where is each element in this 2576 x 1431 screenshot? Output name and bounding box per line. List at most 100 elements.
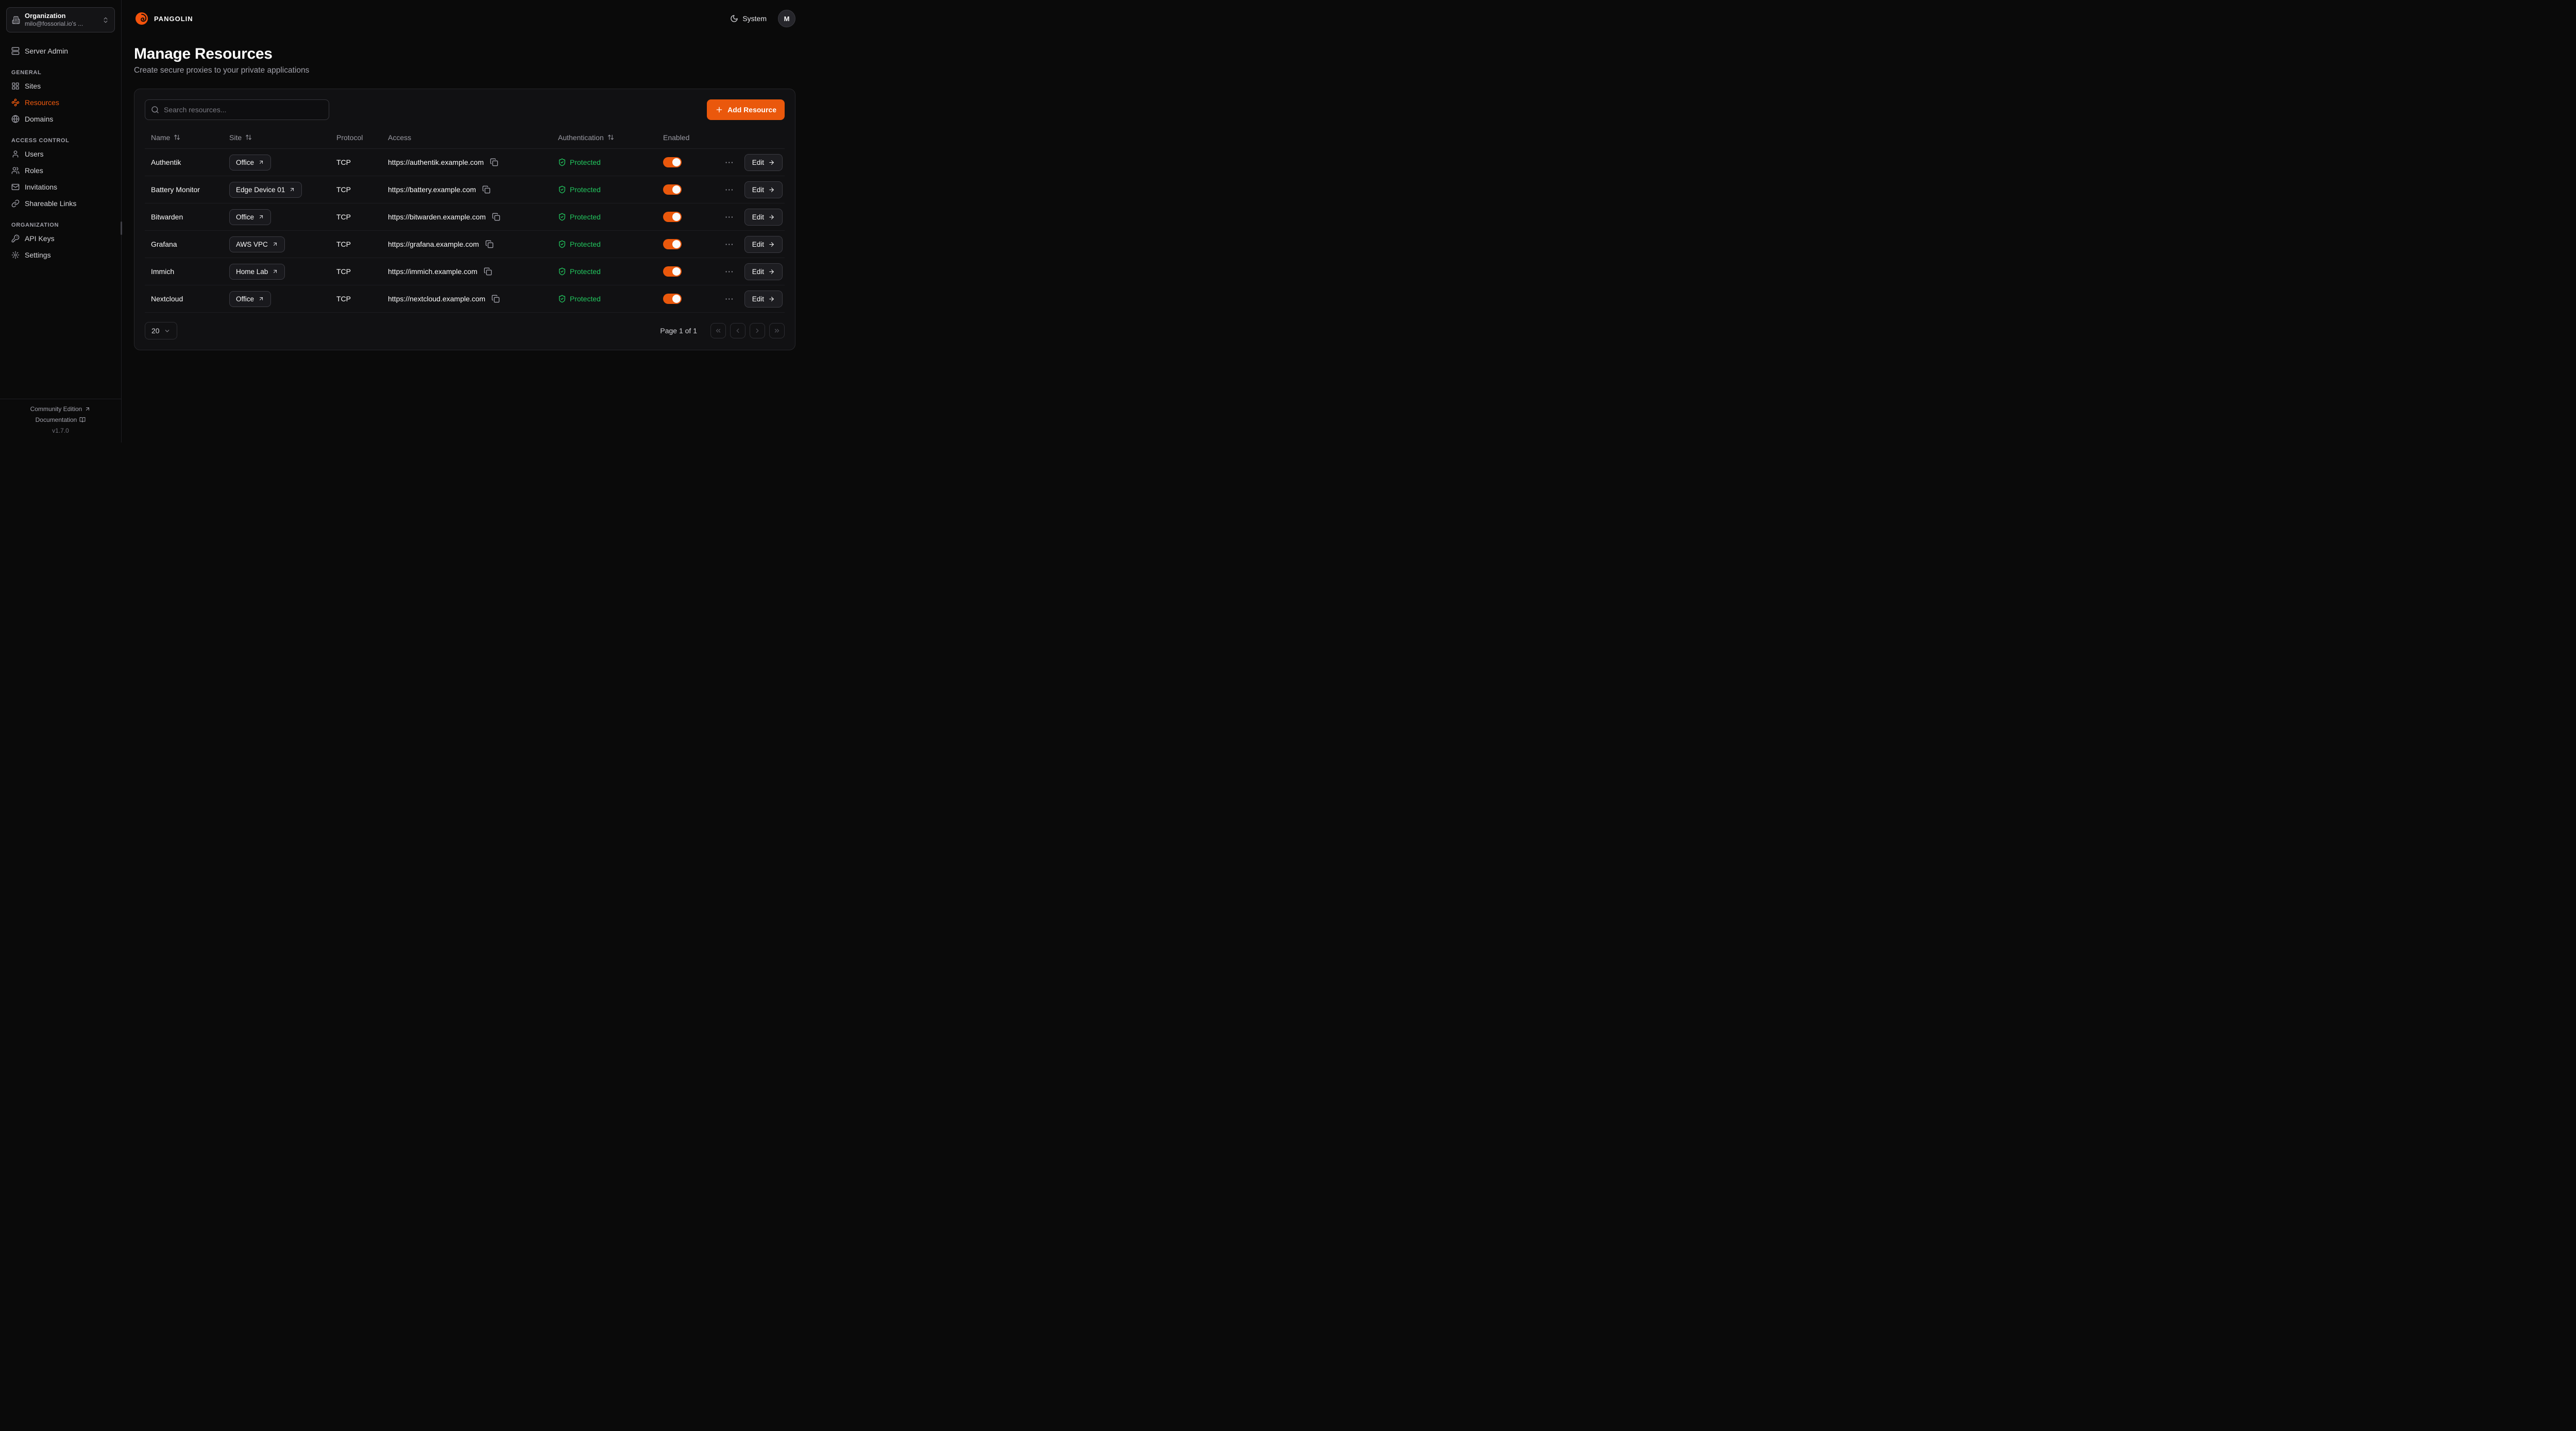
sidebar-item-api-keys[interactable]: API Keys <box>6 230 115 247</box>
search-icon <box>151 106 159 114</box>
enabled-toggle[interactable] <box>663 212 682 222</box>
sidebar-item-label: Shareable Links <box>25 199 76 208</box>
enabled-toggle[interactable] <box>663 266 682 277</box>
column-header-authentication[interactable]: Authentication <box>552 133 657 142</box>
table-footer: 20 Page 1 of 1 <box>145 322 785 339</box>
users-icon <box>11 166 20 175</box>
external-link-icon <box>272 241 278 247</box>
enabled-toggle[interactable] <box>663 294 682 304</box>
community-edition-link[interactable]: Community Edition <box>30 405 91 413</box>
copy-button[interactable] <box>491 212 501 222</box>
previous-page-button[interactable] <box>730 323 745 338</box>
site-link-button[interactable]: Edge Device 01 <box>229 182 302 198</box>
sidebar-item-sites[interactable]: Sites <box>6 78 115 94</box>
version-label: v1.7.0 <box>52 427 69 434</box>
access-url: https://battery.example.com <box>388 185 476 194</box>
protocol: TCP <box>330 213 382 221</box>
site-link-button[interactable]: Home Lab <box>229 264 285 280</box>
pangolin-logo-icon <box>134 11 149 26</box>
org-picker-subtitle: milo@fossorial.io's ... <box>25 20 97 28</box>
enabled-toggle[interactable] <box>663 157 682 167</box>
sidebar-resize-handle[interactable] <box>121 222 122 235</box>
section-label-general: GENERAL <box>11 70 110 76</box>
protocol: TCP <box>330 295 382 303</box>
first-page-button[interactable] <box>710 323 726 338</box>
sidebar-item-resources[interactable]: Resources <box>6 94 115 111</box>
waypoints-icon <box>11 98 20 107</box>
add-resource-button[interactable]: Add Resource <box>707 99 785 120</box>
copy-button[interactable] <box>483 266 493 277</box>
more-options-button[interactable]: ⋯ <box>723 265 736 278</box>
server-icon <box>11 47 20 55</box>
resource-name: Bitwarden <box>145 213 223 221</box>
site-link-button[interactable]: Office <box>229 155 271 171</box>
mail-icon <box>11 183 20 191</box>
enabled-toggle[interactable] <box>663 239 682 249</box>
theme-toggle[interactable]: System <box>730 14 767 23</box>
column-label: Access <box>388 133 411 142</box>
documentation-link[interactable]: Documentation <box>36 416 86 423</box>
edit-button[interactable]: Edit <box>744 291 783 308</box>
site-name: AWS VPC <box>236 241 268 248</box>
edit-button[interactable]: Edit <box>744 209 783 226</box>
shield-check-icon <box>558 267 566 276</box>
edit-label: Edit <box>752 295 764 303</box>
edit-button[interactable]: Edit <box>744 181 783 198</box>
copy-button[interactable] <box>484 239 495 249</box>
brand-logo[interactable]: PANGOLIN <box>134 11 193 26</box>
enabled-toggle[interactable] <box>663 184 682 195</box>
site-link-button[interactable]: AWS VPC <box>229 236 285 252</box>
more-options-button[interactable]: ⋯ <box>723 183 736 196</box>
org-picker[interactable]: Organization milo@fossorial.io's ... <box>6 7 115 32</box>
theme-label: System <box>742 14 767 23</box>
external-link-icon <box>258 296 264 302</box>
page-size-select[interactable]: 20 <box>145 322 177 339</box>
more-options-button[interactable]: ⋯ <box>723 293 736 305</box>
sidebar-item-shareable-links[interactable]: Shareable Links <box>6 195 115 212</box>
access-url: https://authentik.example.com <box>388 158 484 166</box>
sidebar-item-label: Roles <box>25 166 43 175</box>
page-size-value: 20 <box>151 327 160 335</box>
site-link-button[interactable]: Office <box>229 291 271 307</box>
sidebar-item-settings[interactable]: Settings <box>6 247 115 263</box>
sidebar-item-invitations[interactable]: Invitations <box>6 179 115 195</box>
table-row: Grafana AWS VPC TCP https://grafana.exam… <box>145 231 785 258</box>
copy-icon <box>492 295 500 303</box>
sidebar-item-domains[interactable]: Domains <box>6 111 115 127</box>
site-name: Office <box>236 295 254 303</box>
more-options-button[interactable]: ⋯ <box>723 156 736 169</box>
edit-label: Edit <box>752 213 764 221</box>
access-url: https://grafana.example.com <box>388 240 479 248</box>
external-link-icon <box>258 159 264 165</box>
site-link-button[interactable]: Office <box>229 209 271 225</box>
search-input[interactable] <box>145 99 329 120</box>
copy-button[interactable] <box>481 184 492 195</box>
column-header-name[interactable]: Name <box>145 133 223 142</box>
top-right-controls: System M <box>730 10 795 27</box>
sidebar-item-roles[interactable]: Roles <box>6 162 115 179</box>
avatar[interactable]: M <box>778 10 795 27</box>
edit-button[interactable]: Edit <box>744 236 783 253</box>
edit-label: Edit <box>752 268 764 276</box>
more-options-button[interactable]: ⋯ <box>723 238 736 251</box>
next-page-button[interactable] <box>750 323 765 338</box>
protocol: TCP <box>330 240 382 248</box>
edit-button[interactable]: Edit <box>744 263 783 280</box>
auth-status: Protected <box>570 185 601 194</box>
sidebar-item-server-admin[interactable]: Server Admin <box>6 43 115 59</box>
last-page-button[interactable] <box>769 323 785 338</box>
column-label: Site <box>229 133 242 142</box>
column-header-site[interactable]: Site <box>223 133 330 142</box>
edit-label: Edit <box>752 186 764 194</box>
column-label: Protocol <box>336 133 363 142</box>
link-icon <box>11 199 20 208</box>
resources-card: Add Resource Name Site Protocol Access <box>134 89 795 350</box>
arrow-right-icon <box>768 296 775 302</box>
more-options-button[interactable]: ⋯ <box>723 211 736 224</box>
copy-button[interactable] <box>489 157 499 167</box>
edit-button[interactable]: Edit <box>744 154 783 171</box>
app-root: Organization milo@fossorial.io's ... Ser… <box>0 0 808 442</box>
copy-button[interactable] <box>490 294 501 304</box>
copy-icon <box>484 267 492 276</box>
sidebar-item-users[interactable]: Users <box>6 146 115 162</box>
